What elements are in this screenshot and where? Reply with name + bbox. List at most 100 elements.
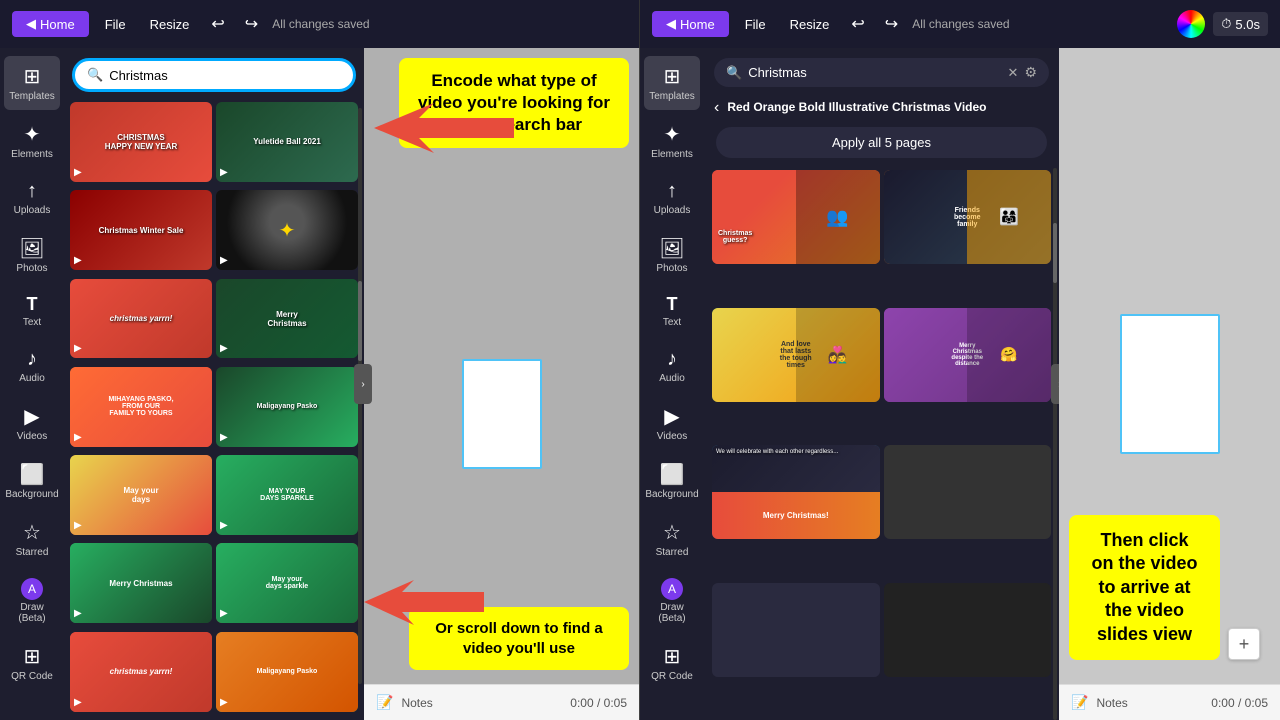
template-thumb-8[interactable]: Maligayang Pasko ▶ (216, 367, 358, 447)
template-thumb-14[interactable]: Maligayang Pasko ▶ (216, 632, 358, 712)
play-icon-11: ▶ (74, 608, 82, 619)
resize-label-left: Resize (150, 17, 190, 32)
sidebar-item-text-left[interactable]: T Text (4, 286, 60, 336)
chevron-left-icon: ◀ (26, 16, 36, 32)
elements-label-left: Elements (11, 149, 53, 160)
collapse-handle-right[interactable]: › (1051, 364, 1059, 404)
play-icon-12: ▶ (220, 608, 228, 619)
videos-label-right: Videos (657, 431, 687, 442)
search-input-left[interactable] (109, 68, 341, 83)
search-icon-left: 🔍 (87, 67, 103, 83)
sidebar-item-background-left[interactable]: ⬜ Background (4, 454, 60, 508)
template-right-2[interactable]: Friendsbecomefamily 👨‍👩‍👧 (884, 170, 1052, 264)
sidebar-item-photos-right[interactable]: 🖼 Photos (644, 228, 700, 282)
redo-button-right[interactable]: ↪ (879, 12, 904, 36)
template-right-1[interactable]: Christmasguess? 👥 (712, 170, 880, 264)
time-display-left: 0:00 / 0:05 (570, 696, 627, 710)
notes-label-left: Notes (401, 696, 432, 710)
templates-label-right: Templates (649, 91, 695, 102)
starred-label-left: Starred (16, 547, 49, 558)
template-thumb-10[interactable]: MAY YOURDAYS SPARKLE ▶ (216, 455, 358, 535)
timer-badge: ⏱ 5.0s (1213, 12, 1268, 36)
resize-button-left[interactable]: Resize (142, 13, 198, 36)
template-right-5[interactable]: We will celebrate with each other regard… (712, 445, 880, 539)
template-thumb-5[interactable]: christmas yarrn! ▶ (70, 279, 212, 359)
bottom-bar-right: 📝 Notes 0:00 / 0:05 (1059, 684, 1280, 720)
file-label-left: File (105, 17, 126, 32)
sidebar-item-videos-left[interactable]: ▶ Videos (4, 396, 60, 450)
play-icon-8: ▶ (220, 432, 228, 443)
apply-all-button[interactable]: Apply all 5 pages (716, 127, 1047, 158)
starred-icon-left: ☆ (23, 520, 41, 545)
home-button-left[interactable]: ◀ Home (12, 11, 89, 37)
sidebar-item-photos-left[interactable]: 🖼 Photos (4, 228, 60, 282)
template-thumb-7[interactable]: MIHAYANG PASKO,FROM OURFAMILY TO YOURS ▶ (70, 367, 212, 447)
time-display-right: 0:00 / 0:05 (1211, 696, 1268, 710)
sidebar-item-qrcode-left[interactable]: ⊞ QR Code (4, 636, 60, 690)
template-right-4[interactable]: MerryChristmasdespite thedistance 🤗 (884, 308, 1052, 402)
text-icon-right: T (667, 294, 678, 315)
sidebar-item-elements-right[interactable]: ✦ Elements (644, 114, 700, 168)
sidebar-item-templates-left[interactable]: ⊞ Templates (4, 56, 60, 110)
template-right-8[interactable] (884, 583, 1052, 677)
chevron-left-icon-right: ◀ (666, 16, 676, 32)
search-filter-right[interactable]: ⚙ (1024, 64, 1037, 81)
template-thumb-13[interactable]: christmas yarrn! ▶ (70, 632, 212, 712)
sidebar-item-uploads-left[interactable]: ↑ Uploads (4, 172, 60, 224)
sidebar-item-qrcode-right[interactable]: ⊞ QR Code (644, 636, 700, 690)
sidebar-item-videos-right[interactable]: ▶ Videos (644, 396, 700, 450)
audio-icon-left: ♪ (27, 348, 37, 371)
template-right-7[interactable] (712, 583, 880, 677)
sidebar-item-text-right[interactable]: T Text (644, 286, 700, 336)
sidebar-item-audio-right[interactable]: ♪ Audio (644, 340, 700, 392)
collapse-handle-left[interactable]: › (354, 364, 372, 404)
add-page-button[interactable]: + (1228, 628, 1260, 660)
qrcode-label-right: QR Code (651, 671, 693, 682)
canvas-page-left (462, 359, 542, 469)
resize-button-right[interactable]: Resize (782, 13, 838, 36)
undo-button-left[interactable]: ↩ (205, 12, 230, 36)
template-grid-right: Christmasguess? 👥 Friendsbecomefamily 👨‍… (704, 166, 1059, 720)
sidebar-item-starred-left[interactable]: ☆ Starred (4, 512, 60, 566)
text-label-right: Text (663, 317, 681, 328)
template-thumb-4[interactable]: ✦ ▶ (216, 190, 358, 270)
sidebar-item-starred-right[interactable]: ☆ Starred (644, 512, 700, 566)
sidebar-item-draw-right[interactable]: A Draw (Beta) (644, 570, 700, 632)
template-thumb-3[interactable]: Christmas Winter Sale ▶ (70, 190, 212, 270)
apply-all-label: Apply all 5 pages (832, 135, 931, 150)
home-button-right[interactable]: ◀ Home (652, 11, 729, 37)
timer-icon: ⏱ (1221, 16, 1231, 32)
sidebar-item-uploads-right[interactable]: ↑ Uploads (644, 172, 700, 224)
uploads-icon-left: ↑ (27, 180, 37, 203)
template-right-3[interactable]: And lovethat laststhe toughtimes 👩‍❤️‍👨 (712, 308, 880, 402)
background-icon-right: ⬜ (660, 462, 685, 487)
template-thumb-11[interactable]: Merry Christmas ▶ (70, 543, 212, 623)
file-button-left[interactable]: File (97, 13, 134, 36)
search-input-right[interactable] (748, 65, 1001, 80)
undo-button-right[interactable]: ↩ (845, 12, 870, 36)
draw-icon-left: A (21, 578, 43, 600)
sidebar-item-audio-left[interactable]: ♪ Audio (4, 340, 60, 392)
search-clear-right[interactable]: ✕ (1008, 65, 1019, 81)
notes-label-right: Notes (1096, 696, 1127, 710)
search-bar-left[interactable]: 🔍 (72, 58, 356, 92)
sidebar-item-draw-left[interactable]: A Draw (Beta) (4, 570, 60, 632)
template-thumb-2[interactable]: Yuletide Ball 2021 ▶ (216, 102, 358, 182)
file-button-right[interactable]: File (737, 13, 774, 36)
sidebar-item-templates-right[interactable]: ⊞ Templates (644, 56, 700, 110)
play-icon-2: ▶ (220, 167, 228, 178)
templates-icon-left: ⊞ (24, 64, 41, 89)
template-thumb-12[interactable]: May yourdays sparkle ▶ (216, 543, 358, 623)
draw-label-left: Draw (Beta) (8, 602, 56, 624)
color-palette-button[interactable] (1177, 10, 1205, 38)
template-right-6[interactable] (884, 445, 1052, 539)
template-thumb-9[interactable]: May yourdays ▶ (70, 455, 212, 535)
red-arrow-scroll (364, 580, 484, 630)
template-thumb-6[interactable]: MerryChristmas ▶ (216, 279, 358, 359)
sidebar-item-background-right[interactable]: ⬜ Background (644, 454, 700, 508)
sidebar-item-elements-left[interactable]: ✦ Elements (4, 114, 60, 168)
saved-status-right: All changes saved (912, 17, 1009, 31)
redo-button-left[interactable]: ↪ (239, 12, 264, 36)
back-button-right[interactable]: ‹ (714, 99, 719, 117)
template-thumb-1[interactable]: CHRISTMASHAPPY NEW YEAR ▶ (70, 102, 212, 182)
